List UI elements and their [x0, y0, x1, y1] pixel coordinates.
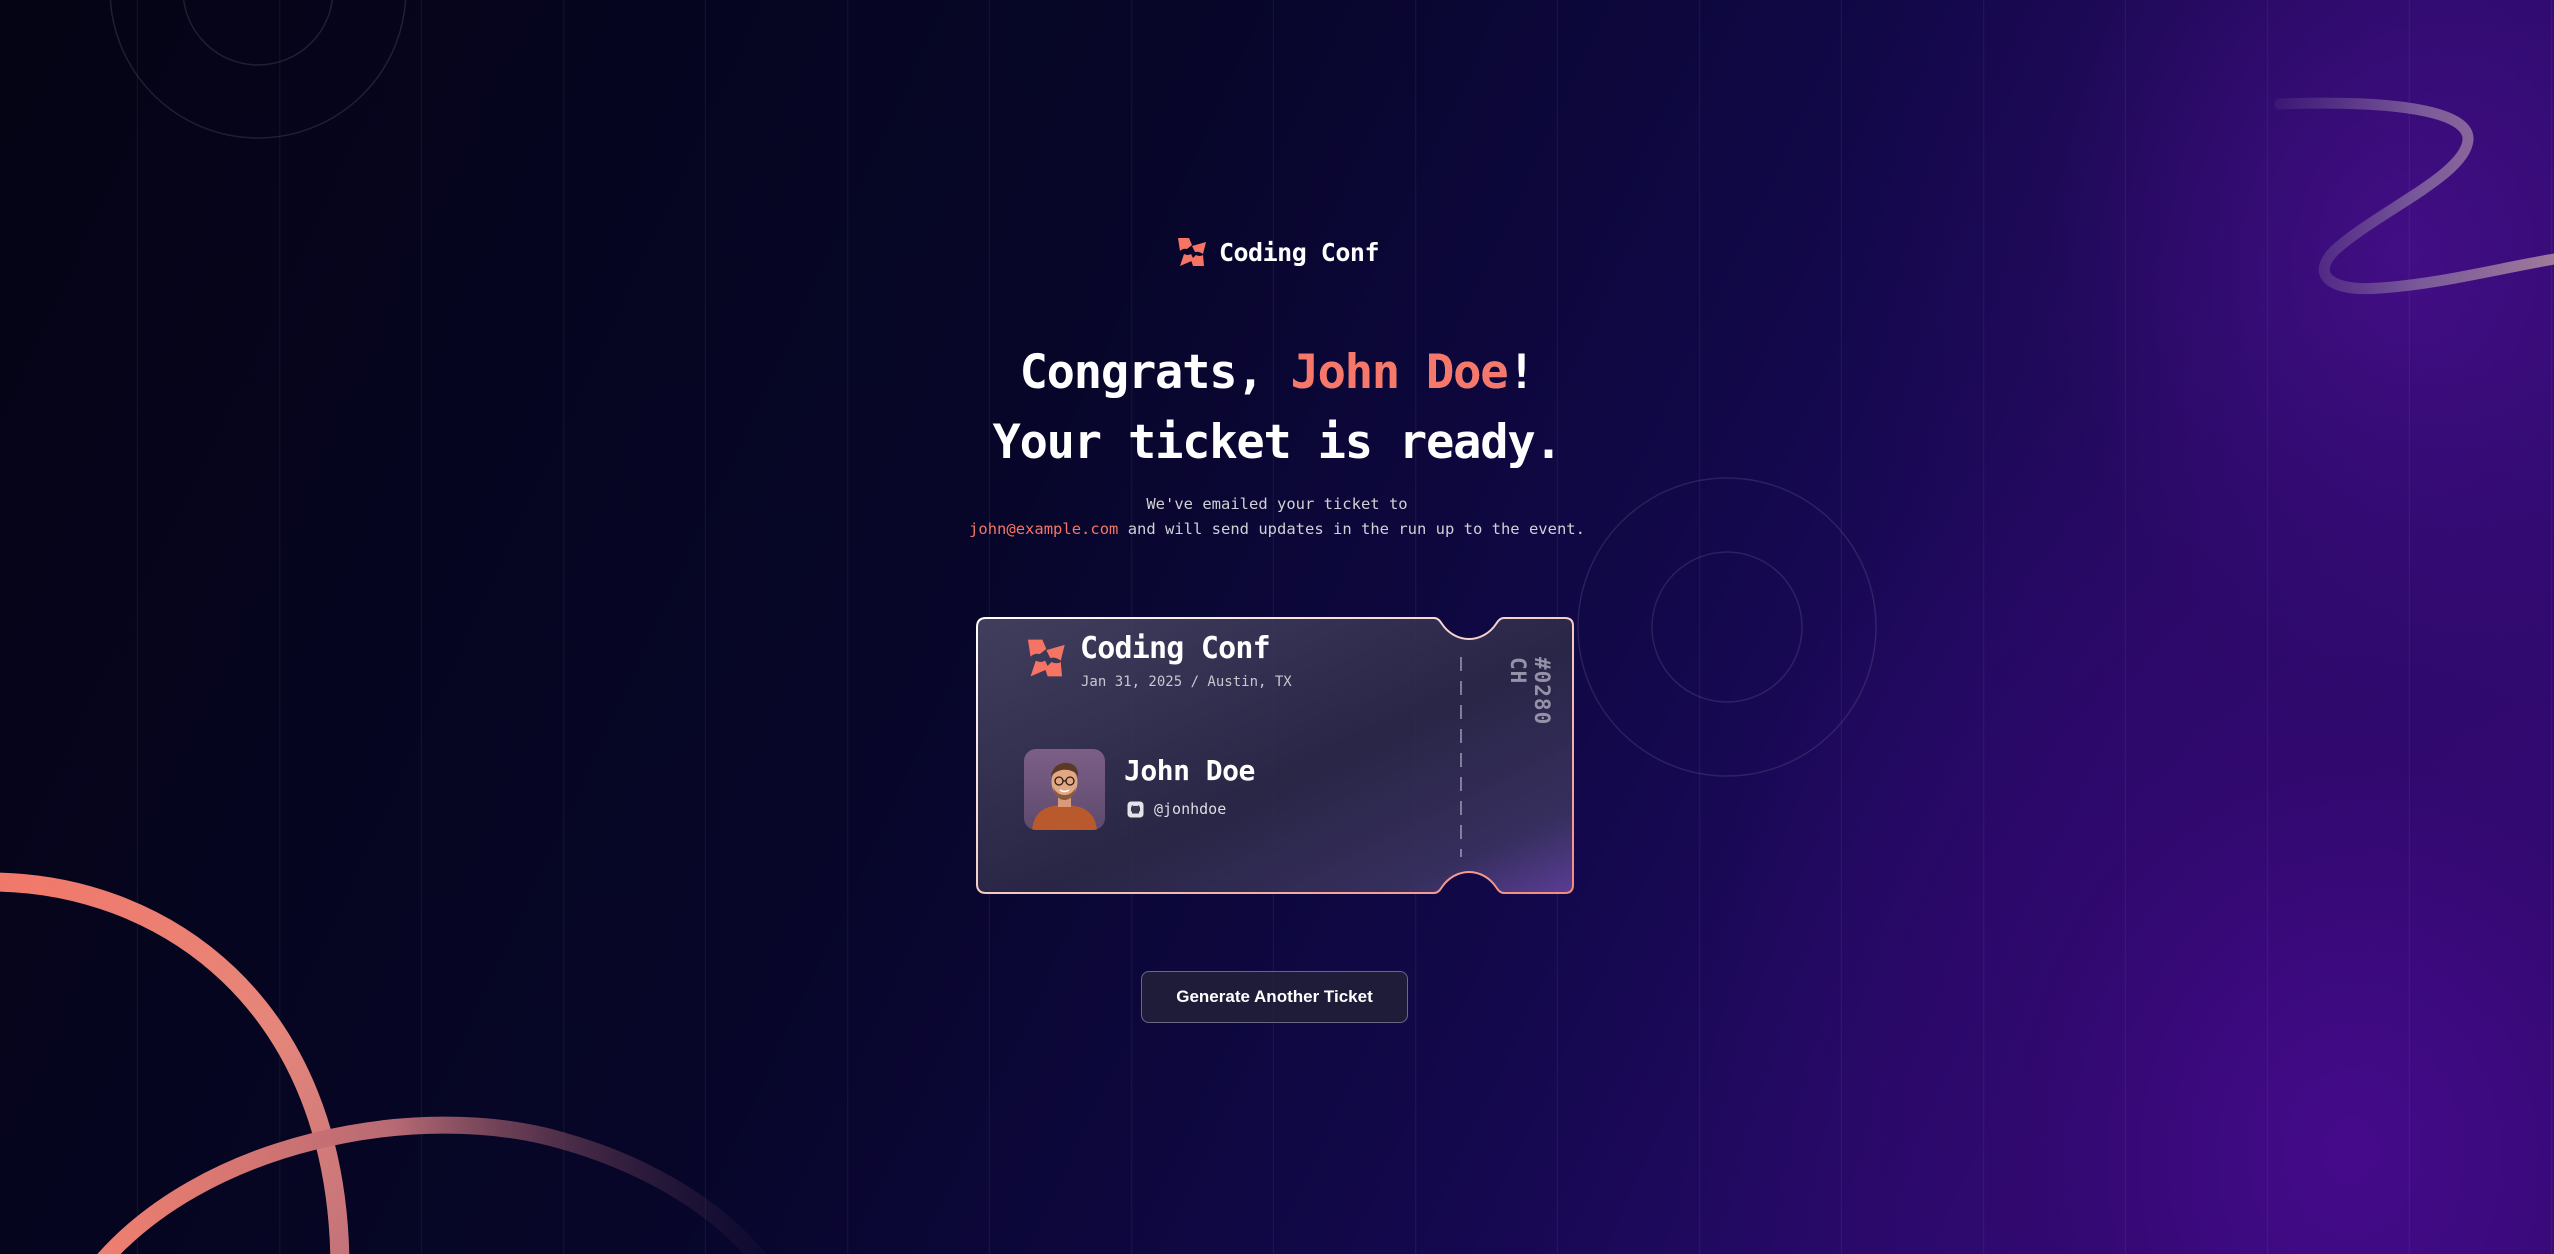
- deco-circle-inner-mid-right: [1651, 551, 1803, 703]
- github-icon: [1127, 801, 1144, 817]
- ticket-event-name: Coding Conf: [1080, 631, 1271, 666]
- deco-arc-small-bottom-left: [97, 1116, 767, 1254]
- page-background: Coding Conf Congrats, John Doe! Your tic…: [0, 0, 2554, 1254]
- headline-attendee-name: John Doe: [1290, 345, 1509, 400]
- confirmation-line1: We've emailed your ticket to: [1146, 495, 1408, 513]
- headline-prefix: Congrats,: [1019, 345, 1291, 400]
- deco-circle-inner-top-left: [182, 0, 334, 66]
- header-logo: Coding Conf: [0, 236, 2554, 268]
- ticket-date-location: Jan 31, 2025 / Austin, TX: [1081, 674, 1292, 690]
- ticket-github-handle: @jonhdoe: [1127, 800, 1226, 818]
- page-headline: Congrats, John Doe! Your ticket is ready…: [0, 338, 2554, 478]
- ticket-card: Coding Conf Jan 31, 2025 / Austin, TX Jo…: [976, 617, 1574, 894]
- header-brand-name: Coding Conf: [1218, 237, 1380, 267]
- attendee-avatar: [1024, 749, 1105, 830]
- ticket-logo-icon: [1027, 639, 1065, 677]
- ticket-attendee-name: John Doe: [1124, 754, 1255, 787]
- confirmation-message: We've emailed your ticket to john@exampl…: [0, 492, 2554, 542]
- confirmation-line2: and will send updates in the run up to t…: [1118, 520, 1585, 538]
- avatar-photo: [1024, 749, 1105, 830]
- deco-circle-outer-top-left: [109, 0, 407, 139]
- ticket-number: #0280 CH: [1506, 657, 1554, 726]
- deco-arc-large-bottom-left: [0, 872, 350, 1254]
- generate-another-ticket-button[interactable]: Generate Another Ticket: [1141, 971, 1408, 1023]
- github-handle-text: @jonhdoe: [1154, 800, 1227, 818]
- headline-line2: Your ticket is ready.: [992, 415, 1562, 470]
- headline-suffix: !: [1507, 345, 1535, 400]
- confirmation-email: john@example.com: [969, 520, 1119, 538]
- coding-conf-logo-icon: [1177, 238, 1206, 266]
